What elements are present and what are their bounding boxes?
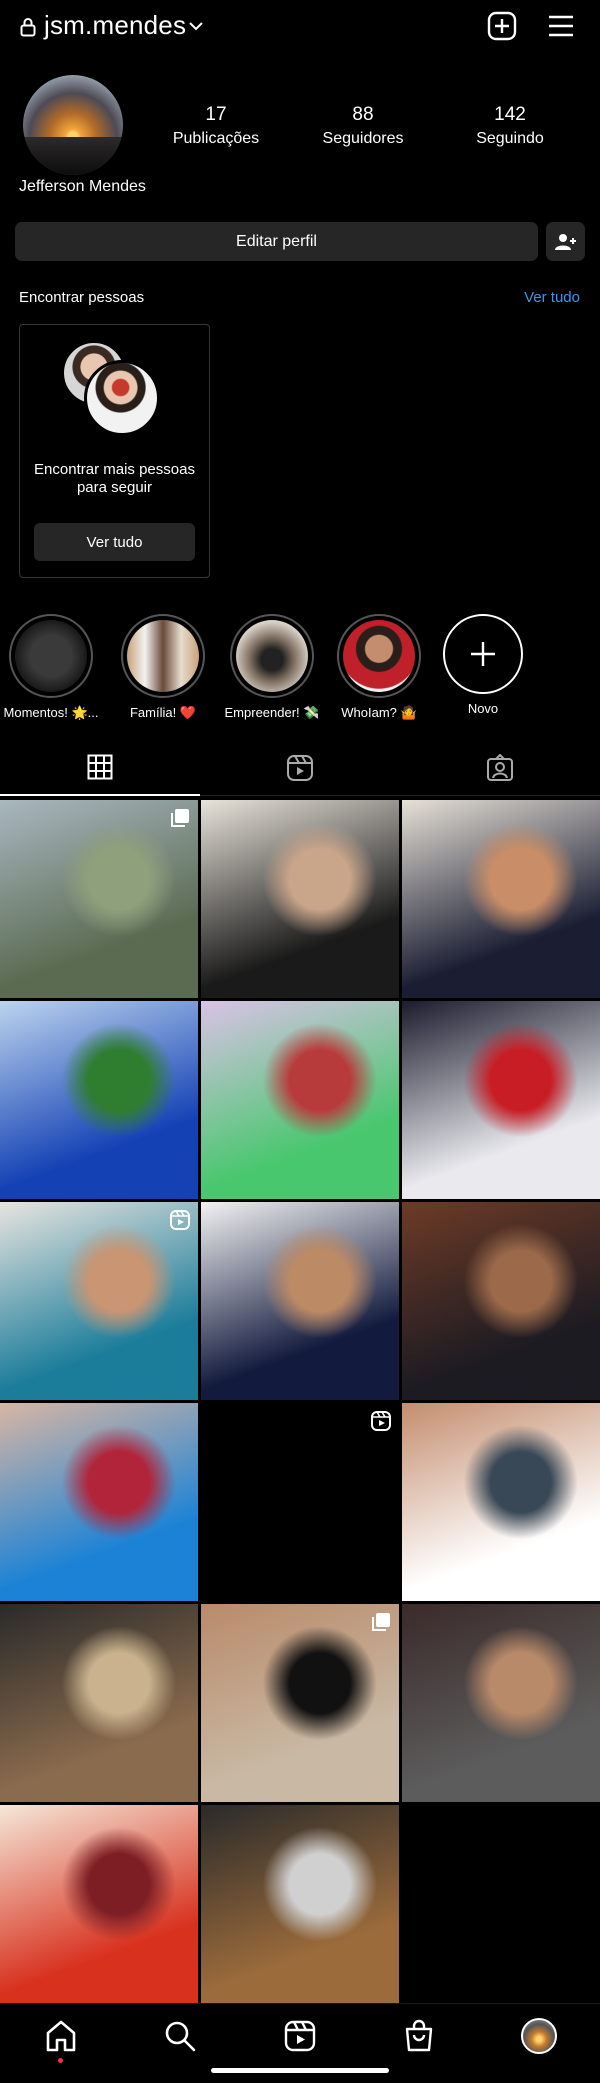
- post-thumbnail[interactable]: [201, 1202, 399, 1400]
- highlight-label: Novo: [467, 701, 499, 716]
- grid-icon: [87, 754, 113, 780]
- post-thumbnail[interactable]: [0, 1805, 198, 2003]
- suggestion-card-text: Encontrar mais pessoas para seguir: [34, 461, 195, 496]
- highlight-label: Empreender! 💸: [224, 705, 320, 720]
- highlight-label: Momentos! 🌟...: [3, 705, 99, 720]
- highlight-new-button[interactable]: Novo: [435, 614, 531, 716]
- followers-count-label: Seguidores: [322, 130, 404, 147]
- highlight-cover: [121, 614, 205, 698]
- tab-posts-grid[interactable]: [0, 740, 200, 796]
- multiple-posts-icon: [372, 1613, 390, 1631]
- highlight-moments[interactable]: Momentos! 🌟...: [3, 614, 99, 721]
- highlight-cover: [9, 614, 93, 698]
- post-thumbnail[interactable]: [402, 1403, 600, 1601]
- post-thumbnail[interactable]: [0, 800, 198, 998]
- post-thumbnail[interactable]: [201, 1001, 399, 1199]
- edit-profile-button[interactable]: Editar perfil: [15, 222, 538, 261]
- top-bar: jsm.mendes: [0, 0, 600, 56]
- menu-icon[interactable]: [547, 14, 575, 38]
- post-thumbnail[interactable]: [402, 800, 600, 998]
- highlight-cover: [230, 614, 314, 698]
- post-thumbnail[interactable]: [0, 1604, 198, 1802]
- highlight-label: WhoIam? 🤷: [341, 705, 417, 720]
- highlight-cover: [337, 614, 421, 698]
- post-thumbnail[interactable]: [201, 1805, 399, 2003]
- tab-tagged[interactable]: [400, 740, 600, 796]
- posts-count-value: 17: [205, 104, 227, 125]
- post-thumbnail[interactable]: [201, 1403, 399, 1601]
- tab-reels[interactable]: [200, 740, 400, 796]
- post-thumbnail[interactable]: [0, 1202, 198, 1400]
- discover-see-all-link[interactable]: Ver tudo: [524, 289, 580, 306]
- following-count-label: Seguindo: [476, 130, 544, 147]
- profile-avatar[interactable]: [23, 75, 123, 175]
- profile-full-name: Jefferson Mendes: [19, 178, 146, 195]
- following-count-value: 142: [494, 104, 526, 125]
- chevron-down-icon[interactable]: [187, 17, 205, 35]
- highlight-label: Família! ❤️: [129, 705, 197, 720]
- post-thumbnail[interactable]: [402, 1604, 600, 1802]
- add-user-icon: [554, 233, 576, 250]
- tagged-icon: [487, 753, 513, 781]
- post-thumbnail[interactable]: [402, 1001, 600, 1199]
- discover-people-button[interactable]: [546, 222, 585, 261]
- post-thumbnail[interactable]: [0, 1403, 198, 1601]
- reels-icon: [287, 754, 313, 781]
- shop-icon[interactable]: [401, 2018, 437, 2054]
- followers-count[interactable]: 88 Seguidores: [298, 104, 428, 148]
- reels-icon[interactable]: [282, 2018, 318, 2054]
- suggestion-see-all-button[interactable]: Ver tudo: [34, 523, 195, 561]
- following-count[interactable]: 142 Seguindo: [445, 104, 575, 148]
- suggestion-card: Encontrar mais pessoas para seguir Ver t…: [19, 324, 210, 578]
- post-thumbnail[interactable]: [402, 1202, 600, 1400]
- new-post-icon[interactable]: [487, 11, 517, 41]
- plus-icon: [471, 642, 495, 666]
- post-thumbnail[interactable]: [201, 800, 399, 998]
- notification-dot: [58, 2058, 63, 2063]
- post-thumbnail[interactable]: [201, 1604, 399, 1802]
- posts-count-label: Publicações: [172, 130, 260, 147]
- multiple-posts-icon: [171, 809, 189, 827]
- highlight-entrepreneur[interactable]: Empreender! 💸: [224, 614, 320, 721]
- posts-count[interactable]: 17 Publicações: [151, 104, 281, 148]
- home-icon[interactable]: [43, 2018, 79, 2054]
- lock-icon: [20, 18, 36, 37]
- suggested-avatar: [84, 360, 160, 436]
- home-indicator: [211, 2068, 389, 2073]
- account-username[interactable]: jsm.mendes: [44, 10, 186, 41]
- profile-avatar[interactable]: [521, 2018, 557, 2054]
- highlight-whoiam[interactable]: WhoIam? 🤷: [331, 614, 427, 721]
- highlight-family[interactable]: Família! ❤️: [115, 614, 211, 721]
- search-icon[interactable]: [162, 2018, 198, 2054]
- reels-badge-icon: [371, 1411, 391, 1431]
- profile-tabs: [0, 740, 600, 796]
- followers-count-value: 88: [352, 104, 374, 125]
- post-thumbnail[interactable]: [0, 1001, 198, 1199]
- discover-people-title: Encontrar pessoas: [19, 289, 145, 306]
- highlight-new-ring: [443, 614, 523, 694]
- reels-badge-icon: [170, 1210, 190, 1230]
